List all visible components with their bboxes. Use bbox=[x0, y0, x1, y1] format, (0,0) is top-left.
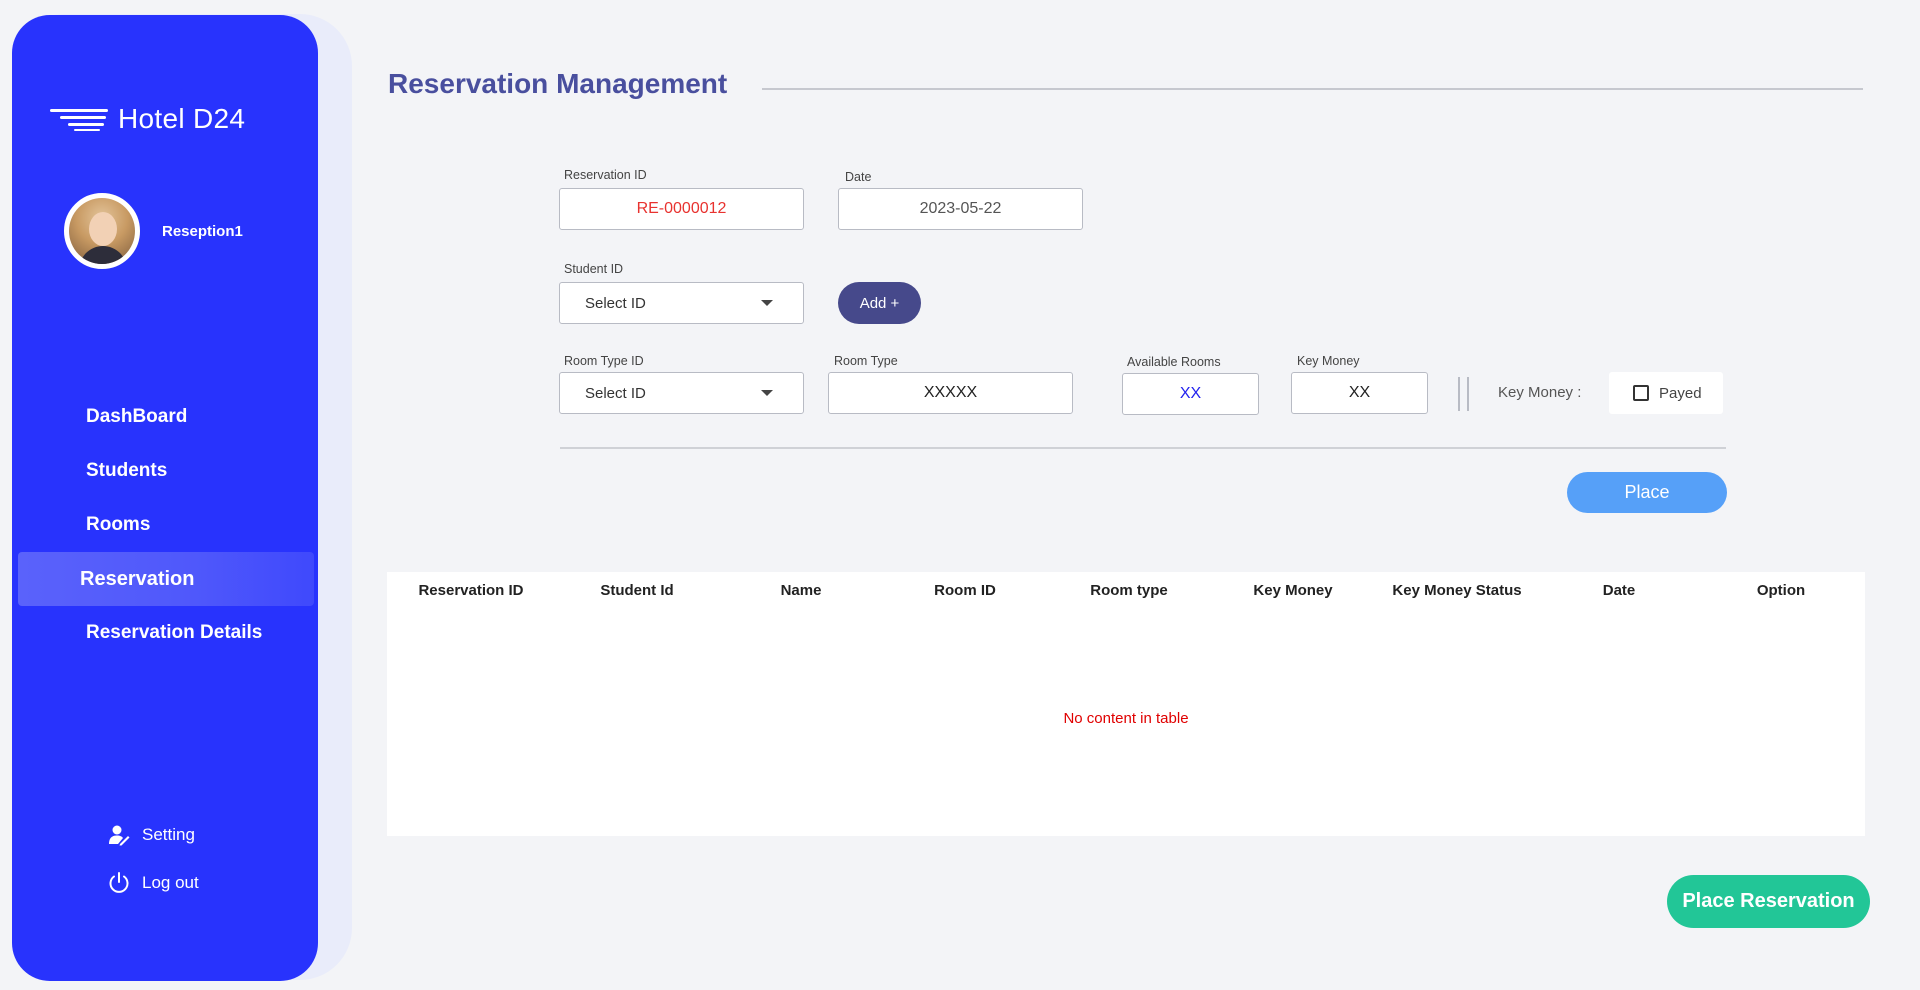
sidebar-nav: DashBoard Students Rooms Reservation Res… bbox=[18, 390, 314, 660]
reservation-table: Reservation ID Student Id Name Room ID R… bbox=[387, 572, 1865, 836]
column-header[interactable]: Key Money bbox=[1211, 582, 1375, 599]
sidebar-item-dashboard[interactable]: DashBoard bbox=[18, 390, 314, 444]
app-logo: Hotel D24 bbox=[50, 103, 245, 135]
logout-label: Log out bbox=[142, 873, 199, 892]
column-header[interactable]: Room ID bbox=[883, 582, 1047, 599]
caret-down-icon bbox=[761, 390, 773, 396]
room-type-label: Room Type bbox=[834, 354, 898, 368]
page-title: Reservation Management bbox=[388, 68, 728, 99]
logout-link[interactable]: Log out bbox=[106, 859, 199, 907]
user-settings-icon bbox=[106, 824, 132, 846]
student-id-value: Select ID bbox=[585, 294, 646, 312]
payed-checkbox[interactable]: Payed bbox=[1609, 372, 1723, 414]
column-header[interactable]: Name bbox=[719, 582, 883, 599]
setting-label: Setting bbox=[142, 825, 195, 844]
user-profile: Reseption1 bbox=[64, 193, 243, 269]
reservation-id-field[interactable]: RE-0000012 bbox=[559, 188, 804, 230]
place-reservation-button[interactable]: Place Reservation bbox=[1667, 875, 1870, 928]
room-type-id-value: Select ID bbox=[585, 384, 646, 402]
separator bbox=[1458, 377, 1460, 411]
place-button[interactable]: Place bbox=[1567, 472, 1727, 513]
app-name: Hotel D24 bbox=[118, 103, 246, 134]
avatar[interactable] bbox=[64, 193, 140, 269]
setting-link[interactable]: Setting bbox=[106, 811, 199, 859]
column-header[interactable]: Key Money Status bbox=[1375, 582, 1539, 599]
table-empty-message: No content in table bbox=[1063, 710, 1189, 727]
title-divider bbox=[762, 88, 1863, 90]
profile-name: Reseption1 bbox=[162, 222, 243, 240]
sidebar-item-students[interactable]: Students bbox=[18, 444, 314, 498]
sidebar-bottom-links: Setting Log out bbox=[106, 811, 199, 907]
separator bbox=[1467, 377, 1469, 411]
caret-down-icon bbox=[761, 300, 773, 306]
column-header[interactable]: Date bbox=[1539, 582, 1699, 599]
available-rooms-label: Available Rooms bbox=[1127, 355, 1221, 369]
logo-lines-icon bbox=[50, 107, 110, 131]
sidebar-item-rooms[interactable]: Rooms bbox=[18, 498, 314, 552]
student-id-label: Student ID bbox=[564, 262, 624, 276]
student-id-select[interactable]: Select ID bbox=[559, 282, 804, 324]
checkbox-icon bbox=[1633, 385, 1649, 401]
column-header[interactable]: Room type bbox=[1047, 582, 1211, 599]
date-label: Date bbox=[845, 170, 872, 184]
power-icon bbox=[106, 871, 132, 895]
sidebar-item-reservation[interactable]: Reservation bbox=[18, 552, 314, 606]
room-type-id-select[interactable]: Select ID bbox=[559, 372, 804, 414]
room-type-id-label: Room Type ID bbox=[564, 354, 644, 368]
key-money-status-label: Key Money : bbox=[1498, 384, 1582, 401]
sidebar: Hotel D24 Reseption1 DashBoard Students … bbox=[12, 15, 318, 981]
available-rooms-field[interactable]: XX bbox=[1122, 373, 1259, 415]
room-type-field[interactable]: XXXXX bbox=[828, 372, 1073, 414]
date-field[interactable]: 2023-05-22 bbox=[838, 188, 1083, 230]
table-header: Reservation ID Student Id Name Room ID R… bbox=[387, 572, 1865, 608]
payed-label: Payed bbox=[1659, 384, 1702, 402]
column-header[interactable]: Student Id bbox=[555, 582, 719, 599]
column-header[interactable]: Option bbox=[1699, 582, 1863, 599]
reservation-id-label: Reservation ID bbox=[564, 168, 647, 182]
key-money-field[interactable]: XX bbox=[1291, 372, 1428, 414]
column-header[interactable]: Reservation ID bbox=[387, 582, 555, 599]
form-divider bbox=[560, 447, 1726, 449]
key-money-label: Key Money bbox=[1297, 354, 1360, 368]
sidebar-item-reservation-details[interactable]: Reservation Details bbox=[18, 606, 314, 660]
add-student-button[interactable]: Add + bbox=[838, 282, 921, 324]
